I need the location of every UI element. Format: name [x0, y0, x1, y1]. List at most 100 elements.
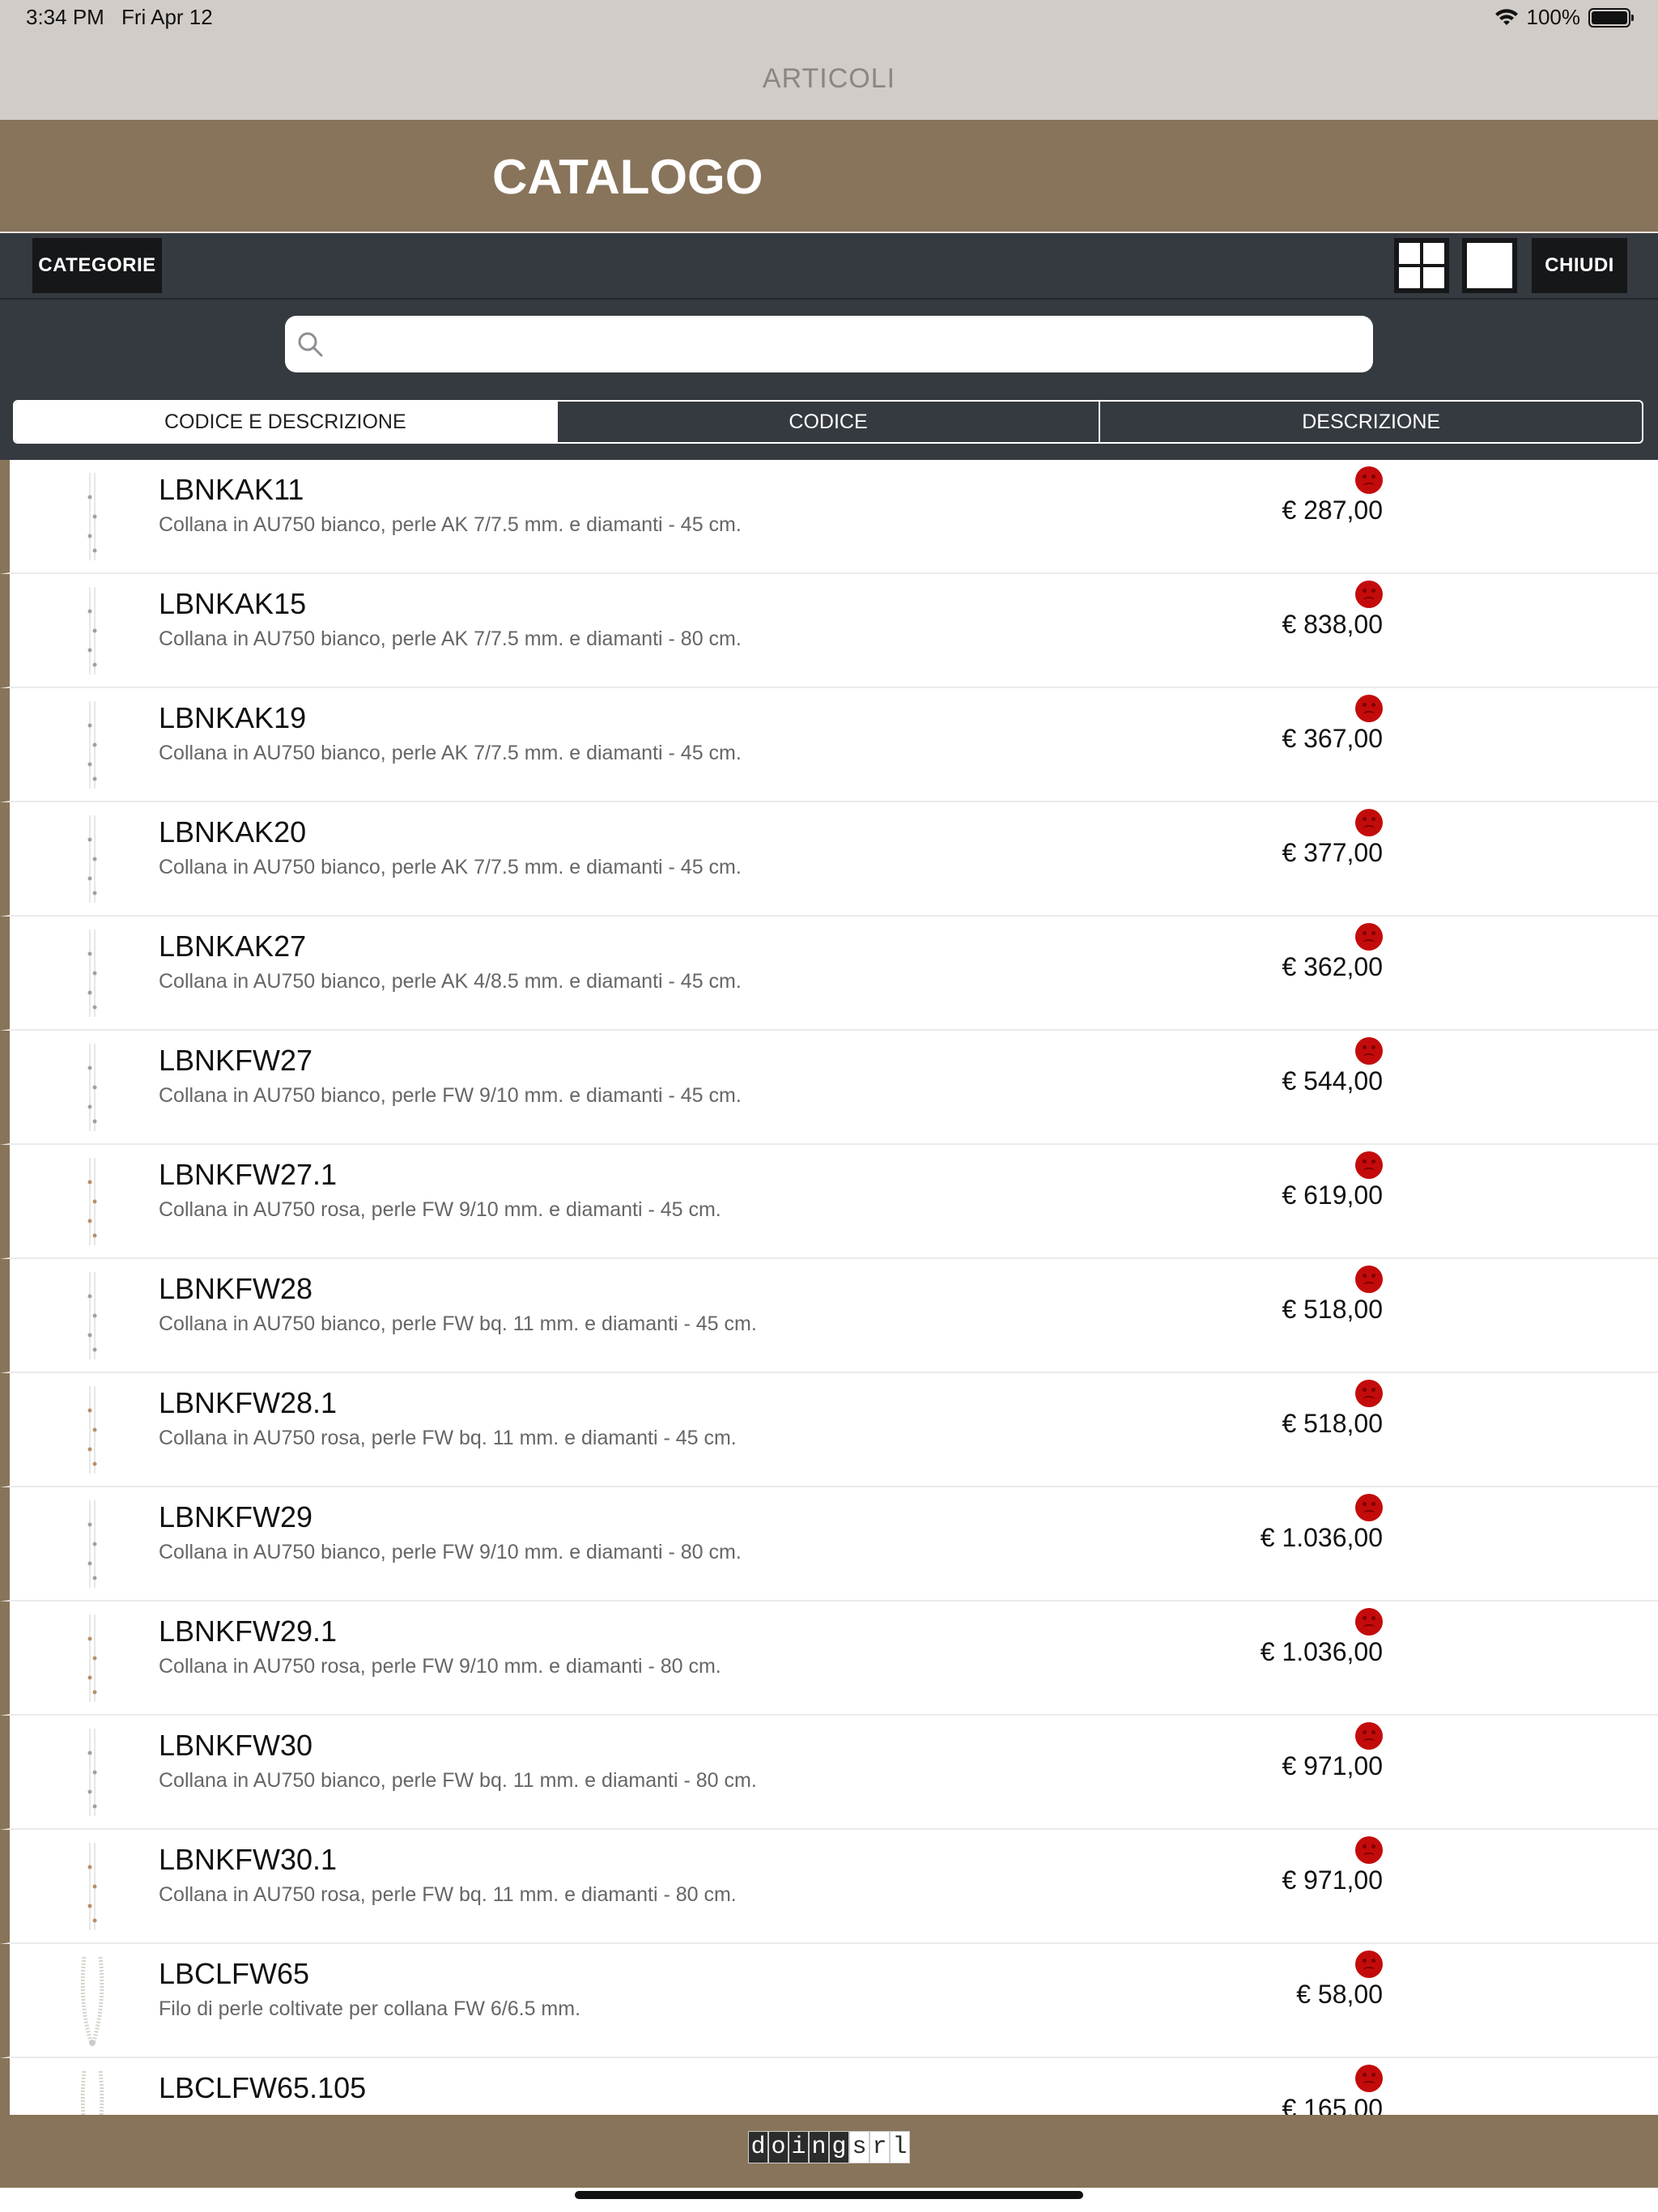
search-input[interactable]: [334, 316, 1357, 374]
item-price: € 1.036,00: [1260, 1523, 1383, 1552]
item-code: LBCLFW65.105: [159, 2071, 367, 2104]
chiudi-button[interactable]: CHIUDI: [1532, 238, 1627, 293]
item-code: LBNKFW29.1: [159, 1614, 338, 1648]
sad-face-status-icon: [1355, 1950, 1383, 1978]
list-item[interactable]: LBNKAK20 Collana in AU750 bianco, perle A…: [0, 802, 1658, 917]
item-price: € 838,00: [1282, 610, 1383, 639]
item-code: LBNKFW27: [159, 1044, 313, 1077]
list-item[interactable]: LBNKFW27.1 Collana in AU750 rosa, perle F…: [0, 1145, 1658, 1259]
product-thumbnail: [76, 584, 108, 678]
product-thumbnail: [76, 926, 108, 1020]
item-description: Collana in AU750 bianco, perle FW 9/10 m…: [159, 1541, 742, 1563]
list-item[interactable]: LBNKFW28.1 Collana in AU750 rosa, perle F…: [0, 1373, 1658, 1487]
item-price: € 971,00: [1282, 1865, 1383, 1895]
segment-1[interactable]: CODICE: [558, 402, 1101, 442]
header-band: CATALOGO: [0, 120, 1658, 233]
nav-title: ARTICOLI: [762, 63, 896, 94]
search-mode-segmented: CODICE E DESCRIZIONE CODICE DESCRIZIONE: [13, 400, 1643, 444]
article-list[interactable]: LBNKAK11 Collana in AU750 bianco, perle A…: [0, 460, 1658, 2115]
item-code: LBNKFW28: [159, 1272, 313, 1305]
product-thumbnail: [76, 2068, 108, 2115]
sad-face-status-icon: [1355, 1836, 1383, 1864]
item-price: € 619,00: [1282, 1180, 1383, 1210]
logo-letter: r: [869, 2131, 890, 2163]
item-description: Collana in AU750 bianco, perle AK 7/7.5 …: [159, 742, 742, 764]
item-description: Collana in AU750 bianco, perle FW 9/10 m…: [159, 1084, 742, 1107]
sad-face-status-icon: [1355, 1266, 1383, 1293]
item-description: Collana in AU750 rosa, perle FW bq. 11 m…: [159, 1427, 737, 1449]
item-code: LBNKFW30: [159, 1729, 313, 1762]
grid-view-icon[interactable]: [1394, 238, 1449, 293]
sad-face-status-icon: [1355, 1722, 1383, 1750]
item-description: Collana in AU750 rosa, perle FW 9/10 mm.…: [159, 1655, 721, 1678]
list-item[interactable]: LBNKAK27 Collana in AU750 bianco, perle A…: [0, 917, 1658, 1031]
item-description: Collana in AU750 bianco, perle AK 7/7.5 …: [159, 627, 742, 650]
item-description: Collana in AU750 rosa, perle FW bq. 11 m…: [159, 1883, 737, 1906]
list-item[interactable]: LBNKFW28 Collana in AU750 bianco, perle F…: [0, 1259, 1658, 1373]
list-item[interactable]: LBNKFW29 Collana in AU750 bianco, perle F…: [0, 1487, 1658, 1602]
single-view-icon[interactable]: [1462, 238, 1517, 293]
item-code: LBNKAK19: [159, 701, 307, 734]
item-description: Collana in AU750 bianco, perle AK 7/7.5 …: [159, 856, 742, 878]
logo-letter: o: [768, 2131, 789, 2163]
search-bar[interactable]: [285, 316, 1373, 374]
search-icon: [298, 332, 323, 357]
product-thumbnail: [76, 1725, 108, 1819]
item-description: Collana in AU750 bianco, perle FW bq. 11…: [159, 1312, 757, 1335]
product-thumbnail: [76, 1155, 108, 1249]
categorie-button[interactable]: CATEGORIE: [32, 238, 162, 293]
item-price: € 518,00: [1282, 1409, 1383, 1438]
battery-icon: [1588, 7, 1634, 28]
segment-0[interactable]: CODICE E DESCRIZIONE: [15, 402, 558, 442]
item-price: € 362,00: [1282, 952, 1383, 981]
list-item[interactable]: LBNKFW30.1 Collana in AU750 rosa, perle F…: [0, 1830, 1658, 1944]
logo-letter: n: [809, 2131, 829, 2163]
list-item[interactable]: LBCLFW65 Filo di perle coltivate per coll…: [0, 1944, 1658, 2058]
logo-letter: i: [789, 2131, 809, 2163]
list-item[interactable]: LBCLFW65.105Filo di perle coltivate per …: [0, 2058, 1658, 2115]
sad-face-status-icon: [1355, 809, 1383, 836]
logo-letter: s: [849, 2131, 869, 2163]
list-item[interactable]: LBNKFW27 Collana in AU750 bianco, perle F…: [0, 1031, 1658, 1145]
item-description: Filo di perle coltivate per collana FW 6…: [159, 1997, 581, 2020]
list-item[interactable]: LBNKAK15 Collana in AU750 bianco, perle A…: [0, 574, 1658, 688]
sad-face-status-icon: [1355, 1037, 1383, 1065]
home-indicator[interactable]: [575, 2191, 1083, 2199]
status-time: 3:34 PM: [26, 5, 104, 29]
sad-face-status-icon: [1355, 923, 1383, 951]
item-price: € 1.036,00: [1260, 1637, 1383, 1666]
sad-face-status-icon: [1355, 695, 1383, 722]
list-item[interactable]: LBNKAK11 Collana in AU750 bianco, perle A…: [0, 460, 1658, 574]
sad-face-status-icon: [1355, 466, 1383, 494]
segment-2[interactable]: DESCRIZIONE: [1100, 402, 1642, 442]
logo-letter: g: [829, 2131, 849, 2163]
item-price: € 544,00: [1282, 1066, 1383, 1095]
product-thumbnail: [76, 1954, 108, 2048]
list-item[interactable]: LBNKFW30 Collana in AU750 bianco, perle F…: [0, 1716, 1658, 1830]
item-price: € 58,00: [1296, 1980, 1383, 2009]
logo-letter: d: [748, 2131, 768, 2163]
sad-face-status-icon: [1355, 1608, 1383, 1636]
toolbar: CATEGORIE CHIUDI: [0, 233, 1658, 300]
item-code: LBNKAK11: [159, 473, 304, 506]
item-code: LBNKFW28.1: [159, 1386, 338, 1419]
product-thumbnail: [76, 1611, 108, 1705]
sad-face-status-icon: [1355, 1151, 1383, 1179]
item-price: € 287,00: [1282, 496, 1383, 525]
product-thumbnail: [76, 470, 108, 564]
product-thumbnail: [76, 1497, 108, 1591]
item-price: € 971,00: [1282, 1751, 1383, 1780]
list-item[interactable]: LBNKAK19 Collana in AU750 bianco, perle A…: [0, 688, 1658, 802]
sad-face-status-icon: [1355, 581, 1383, 608]
page-title: CATALOGO: [492, 150, 763, 204]
item-description: Collana in AU750 bianco, perle AK 4/8.5 …: [159, 970, 742, 993]
list-item[interactable]: LBNKFW29.1 Collana in AU750 rosa, perle F…: [0, 1602, 1658, 1716]
product-thumbnail: [76, 1269, 108, 1363]
status-indicators: 100%: [1494, 5, 1634, 30]
wifi-icon: [1494, 8, 1518, 25]
search-area: CODICE E DESCRIZIONE CODICE DESCRIZIONE: [0, 300, 1658, 460]
item-code: LBNKFW27.1: [159, 1158, 338, 1191]
sad-face-status-icon: [1355, 1380, 1383, 1407]
product-thumbnail: [76, 1840, 108, 1933]
product-thumbnail: [76, 698, 108, 792]
